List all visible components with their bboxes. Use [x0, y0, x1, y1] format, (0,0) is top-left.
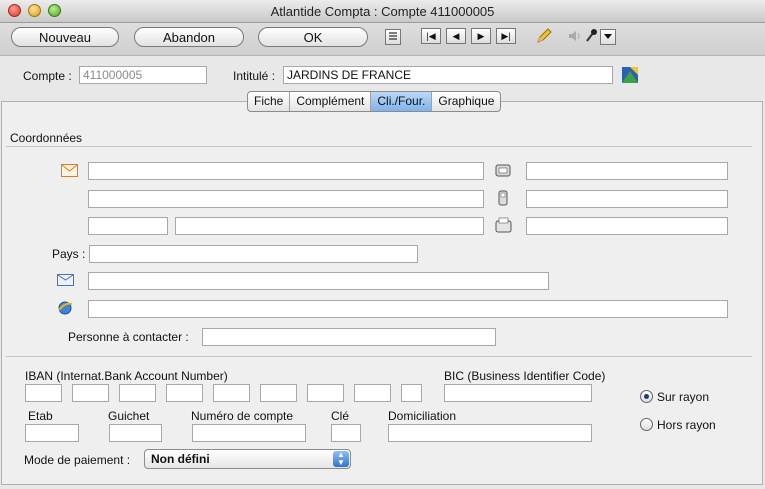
- mobile-input[interactable]: [526, 190, 728, 208]
- numero-compte-input[interactable]: [192, 424, 306, 442]
- address-line-2-input[interactable]: [88, 190, 484, 208]
- etab-label: Etab: [28, 409, 53, 423]
- tab-cli-four[interactable]: Cli./Four.: [371, 92, 433, 111]
- mode-paiement-label: Mode de paiement :: [24, 453, 131, 467]
- iban-part-2-input[interactable]: [72, 384, 109, 402]
- internet-icon: [57, 300, 73, 315]
- iban-part-1-input[interactable]: [25, 384, 62, 402]
- sur-rayon-label[interactable]: Sur rayon: [657, 390, 709, 404]
- speaker-icon[interactable]: [567, 29, 581, 43]
- guichet-label: Guichet: [108, 409, 150, 423]
- last-record-button[interactable]: ▶|: [496, 28, 516, 44]
- address-line-1-input[interactable]: [88, 162, 484, 180]
- iban-part-7-input[interactable]: [307, 384, 344, 402]
- dropdown-arrow-icon[interactable]: [600, 29, 616, 45]
- previous-record-button[interactable]: ◀: [446, 28, 466, 44]
- pencil-icon[interactable]: [535, 27, 553, 45]
- postal-code-input[interactable]: [88, 217, 168, 235]
- etab-input[interactable]: [25, 424, 79, 442]
- iban-part-9-input[interactable]: [401, 384, 422, 402]
- tab-complement[interactable]: Complément: [290, 92, 372, 111]
- nouveau-button[interactable]: Nouveau: [11, 27, 119, 47]
- first-record-button[interactable]: |◀: [421, 28, 441, 44]
- iban-label: IBAN (Internat.Bank Account Number): [25, 369, 228, 383]
- iban-part-3-input[interactable]: [119, 384, 156, 402]
- coordonnees-title: Coordonnées: [10, 131, 83, 145]
- intitule-label: Intitulé :: [233, 69, 276, 83]
- cle-label: Clé: [331, 409, 350, 423]
- pays-label: Pays :: [52, 247, 86, 261]
- intitule-field[interactable]: JARDINS DE FRANCE: [283, 66, 613, 84]
- fax-input[interactable]: [526, 217, 728, 235]
- iban-part-6-input[interactable]: [260, 384, 297, 402]
- pays-input[interactable]: [89, 245, 418, 263]
- iban-part-4-input[interactable]: [166, 384, 203, 402]
- envelope-icon: [61, 164, 78, 178]
- next-record-button[interactable]: ▶: [471, 28, 491, 44]
- tab-fiche[interactable]: Fiche: [248, 92, 291, 111]
- bank-divider: [6, 356, 752, 357]
- fax-icon: [495, 217, 512, 233]
- bic-input[interactable]: [444, 384, 592, 402]
- contact-input[interactable]: [202, 328, 496, 346]
- mode-paiement-select[interactable]: Non défini ▲ ▼: [144, 449, 351, 469]
- ok-button[interactable]: OK: [258, 27, 368, 47]
- mobile-icon: [497, 190, 513, 206]
- cle-input[interactable]: [331, 424, 361, 442]
- compte-field[interactable]: 411000005: [79, 66, 207, 84]
- guichet-input[interactable]: [109, 424, 162, 442]
- mic-icon[interactable]: [584, 28, 598, 44]
- section-divider: [6, 146, 752, 147]
- logo-icon[interactable]: [621, 66, 639, 84]
- city-input[interactable]: [175, 217, 484, 235]
- window-title: Atlantide Compta : Compte 411000005: [270, 4, 495, 19]
- tab-graphique[interactable]: Graphique: [432, 92, 500, 111]
- iban-part-5-input[interactable]: [213, 384, 250, 402]
- bic-label: BIC (Business Identifier Code): [444, 369, 606, 383]
- domiciliation-label: Domiciliation: [388, 409, 457, 423]
- hors-rayon-label[interactable]: Hors rayon: [657, 418, 716, 432]
- email-input[interactable]: [88, 272, 549, 290]
- mail-icon: [57, 274, 74, 288]
- website-input[interactable]: [88, 300, 728, 318]
- phone-icon: [495, 163, 511, 177]
- compte-label: Compte :: [23, 69, 72, 83]
- select-arrows-icon: ▲ ▼: [333, 451, 349, 467]
- hors-rayon-radio[interactable]: [640, 418, 653, 431]
- phone-input[interactable]: [526, 162, 728, 180]
- list-icon[interactable]: [385, 29, 401, 45]
- domiciliation-input[interactable]: [388, 424, 592, 442]
- sur-rayon-radio[interactable]: [640, 390, 653, 403]
- mode-paiement-value: Non défini: [151, 452, 210, 466]
- contact-label: Personne à contacter :: [68, 330, 189, 344]
- tab-bar: Fiche Complément Cli./Four. Graphique: [247, 91, 502, 112]
- abandon-button[interactable]: Abandon: [134, 27, 244, 47]
- iban-part-8-input[interactable]: [354, 384, 391, 402]
- numero-label: Numéro de compte: [191, 409, 294, 423]
